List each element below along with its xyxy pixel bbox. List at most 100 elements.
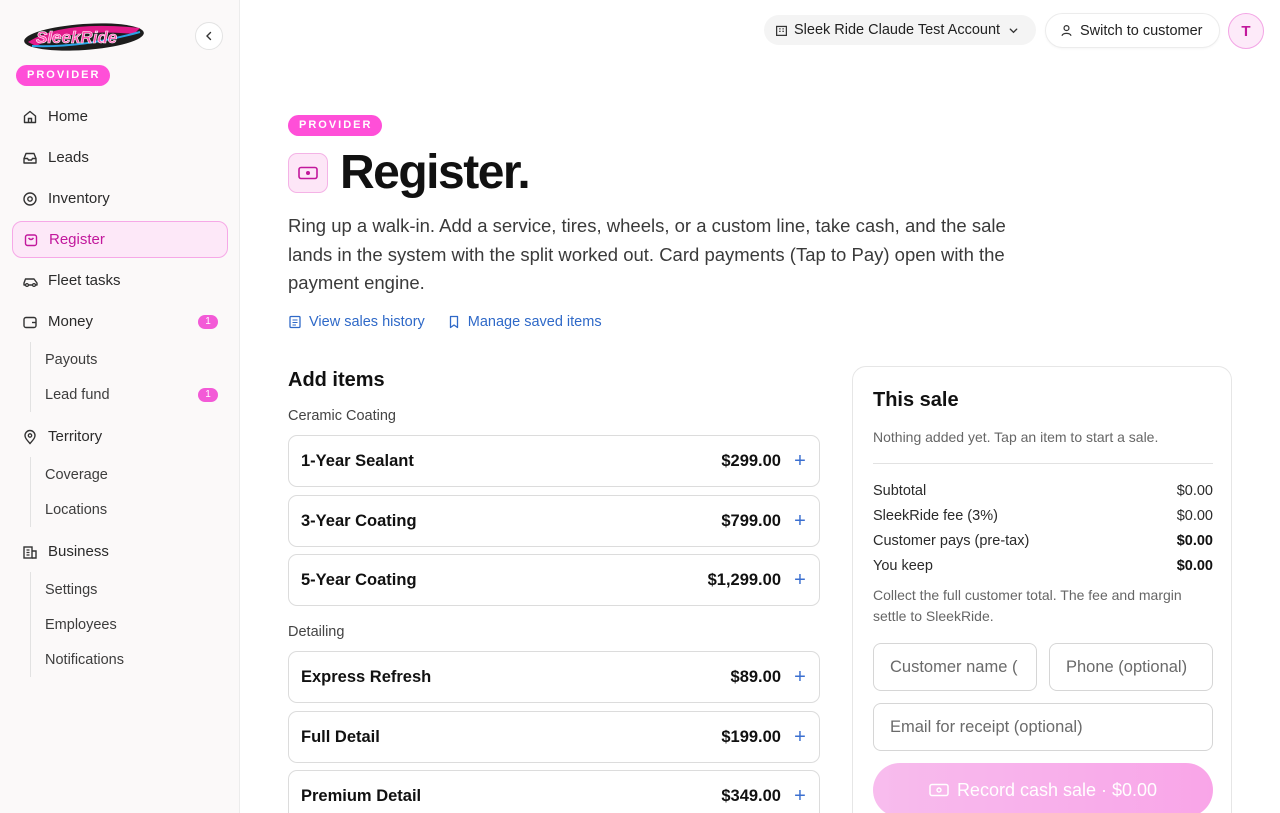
sidebar-item-territory[interactable]: Territory bbox=[12, 418, 228, 455]
add-items-heading: Add items bbox=[288, 369, 385, 391]
sidebar-item-label: Lead fund bbox=[45, 386, 110, 403]
header-links: View sales history Manage saved items bbox=[288, 314, 624, 330]
category-label-ceramic-coating: Ceramic Coating bbox=[288, 408, 396, 424]
provider-badge: PROVIDER bbox=[16, 65, 111, 86]
cash-icon bbox=[929, 783, 949, 797]
sale-empty-text: Nothing added yet. Tap an item to start … bbox=[873, 429, 1159, 445]
wallet-icon bbox=[21, 313, 39, 331]
sidebar-item-payouts[interactable]: Payouts bbox=[13, 342, 228, 377]
sidebar-item-label: Settings bbox=[45, 581, 98, 598]
page-header: Register. bbox=[288, 145, 531, 201]
sidebar-item-leads[interactable]: Leads bbox=[12, 139, 228, 176]
avatar[interactable]: T bbox=[1228, 13, 1264, 49]
phone-input[interactable] bbox=[1049, 643, 1213, 691]
plus-icon: + bbox=[794, 450, 806, 472]
item-price: $299.00 bbox=[721, 451, 781, 470]
item-express-refresh[interactable]: Express Refresh $89.00 + bbox=[288, 651, 820, 703]
account-switcher-button[interactable]: Sleek Ride Claude Test Account bbox=[764, 15, 1036, 45]
collapse-sidebar-button[interactable] bbox=[195, 22, 223, 50]
sidebar-item-settings[interactable]: Settings bbox=[13, 572, 228, 607]
item-price: $1,299.00 bbox=[707, 570, 781, 589]
building-icon bbox=[21, 543, 39, 561]
item-name: Premium Detail bbox=[301, 786, 422, 805]
item-name: 1-Year Sealant bbox=[301, 451, 414, 470]
record-cash-sale-button[interactable]: Record cash sale · $0.00 bbox=[873, 763, 1213, 813]
sidebar-item-money[interactable]: Money 1 bbox=[12, 303, 228, 340]
plus-icon: + bbox=[794, 726, 806, 748]
sale-row-subtotal: Subtotal $0.00 bbox=[873, 483, 1213, 499]
customer-name-input[interactable] bbox=[873, 643, 1037, 691]
item-full-detail[interactable]: Full Detail $199.00 + bbox=[288, 711, 820, 763]
sidebar-item-locations[interactable]: Locations bbox=[13, 492, 228, 527]
document-icon bbox=[288, 315, 302, 329]
sidebar-item-label: Payouts bbox=[45, 351, 98, 368]
business-submenu: Settings Employees Notifications bbox=[30, 572, 228, 677]
building-icon bbox=[775, 24, 788, 37]
provider-badge: PROVIDER bbox=[288, 115, 383, 136]
sidebar: SleekRide PROVIDER Home Leads Inventory … bbox=[0, 0, 240, 813]
sidebar-item-business[interactable]: Business bbox=[12, 533, 228, 570]
item-5-year-coating[interactable]: 5-Year Coating $1,299.00 + bbox=[288, 554, 820, 606]
item-name: Express Refresh bbox=[301, 667, 432, 686]
item-price: $199.00 bbox=[721, 727, 781, 746]
sleekride-logo[interactable]: SleekRide bbox=[22, 18, 146, 56]
svg-text:SleekRide: SleekRide bbox=[36, 28, 117, 47]
sale-row-customer-pays: Customer pays (pre-tax) $0.00 bbox=[873, 533, 1213, 549]
sidebar-item-register[interactable]: Register bbox=[12, 221, 228, 258]
item-1-year-sealant[interactable]: 1-Year Sealant $299.00 + bbox=[288, 435, 820, 487]
money-submenu: Payouts Lead fund 1 bbox=[30, 342, 228, 412]
chevron-down-icon bbox=[1008, 25, 1019, 36]
view-sales-history-label: View sales history bbox=[309, 314, 425, 330]
sidebar-item-label: Business bbox=[48, 543, 109, 560]
view-sales-history-link[interactable]: View sales history bbox=[288, 314, 425, 330]
sale-row-value: $0.00 bbox=[1176, 533, 1213, 549]
user-icon bbox=[1060, 24, 1073, 37]
bag-icon bbox=[22, 231, 40, 249]
lead-fund-count-badge: 1 bbox=[198, 387, 218, 402]
sidebar-item-notifications[interactable]: Notifications bbox=[13, 642, 228, 677]
sale-note: Collect the full customer total. The fee… bbox=[873, 587, 1182, 624]
item-name: Full Detail bbox=[301, 727, 380, 746]
item-premium-detail[interactable]: Premium Detail $349.00 + bbox=[288, 770, 820, 813]
page-title: Register. bbox=[340, 146, 531, 199]
sale-row-label: SleekRide fee (3%) bbox=[873, 508, 998, 524]
item-name: 3-Year Coating bbox=[301, 511, 417, 530]
plus-icon: + bbox=[794, 666, 806, 688]
sidebar-item-lead-fund[interactable]: Lead fund 1 bbox=[13, 377, 228, 412]
item-name: 5-Year Coating bbox=[301, 570, 417, 589]
manage-saved-items-label: Manage saved items bbox=[467, 314, 602, 330]
money-count-badge: 1 bbox=[198, 314, 218, 329]
sidebar-item-label: Register bbox=[49, 231, 105, 248]
sidebar-item-label: Employees bbox=[45, 616, 117, 633]
page-description: Ring up a walk-in. Add a service, tires,… bbox=[288, 215, 1006, 293]
switch-to-customer-label: Switch to customer bbox=[1080, 22, 1203, 39]
plus-icon: + bbox=[794, 510, 806, 532]
sidebar-item-inventory[interactable]: Inventory bbox=[12, 180, 228, 217]
sidebar-item-label: Home bbox=[48, 108, 89, 125]
sidebar-item-fleet-tasks[interactable]: Fleet tasks bbox=[12, 262, 228, 299]
sale-panel: This sale Nothing added yet. Tap an item… bbox=[852, 366, 1232, 813]
switch-to-customer-button[interactable]: Switch to customer bbox=[1045, 13, 1220, 48]
sidebar-item-label: Locations bbox=[45, 501, 108, 518]
bookmark-icon bbox=[447, 315, 461, 329]
sale-row-label: Subtotal bbox=[873, 483, 927, 499]
sale-row-value: $0.00 bbox=[1176, 483, 1213, 499]
sale-row-fee: SleekRide fee (3%) $0.00 bbox=[873, 508, 1213, 524]
sidebar-item-employees[interactable]: Employees bbox=[13, 607, 228, 642]
item-3-year-coating[interactable]: 3-Year Coating $799.00 + bbox=[288, 495, 820, 547]
category-label-detailing: Detailing bbox=[288, 624, 345, 640]
item-price: $799.00 bbox=[721, 511, 781, 530]
item-price: $89.00 bbox=[730, 667, 781, 686]
sidebar-item-coverage[interactable]: Coverage bbox=[13, 457, 228, 492]
record-cash-sale-label: Record cash sale · $0.00 bbox=[956, 779, 1158, 800]
home-icon bbox=[21, 108, 39, 126]
account-name: Sleek Ride Claude Test Account bbox=[794, 22, 1001, 38]
email-input[interactable] bbox=[873, 703, 1213, 751]
sale-heading: This sale bbox=[873, 389, 959, 411]
pin-icon bbox=[21, 428, 39, 446]
manage-saved-items-link[interactable]: Manage saved items bbox=[447, 314, 602, 330]
sale-row-value: $0.00 bbox=[1176, 558, 1213, 574]
sidebar-item-home[interactable]: Home bbox=[12, 98, 228, 135]
tire-icon bbox=[21, 190, 39, 208]
inbox-icon bbox=[21, 149, 39, 167]
